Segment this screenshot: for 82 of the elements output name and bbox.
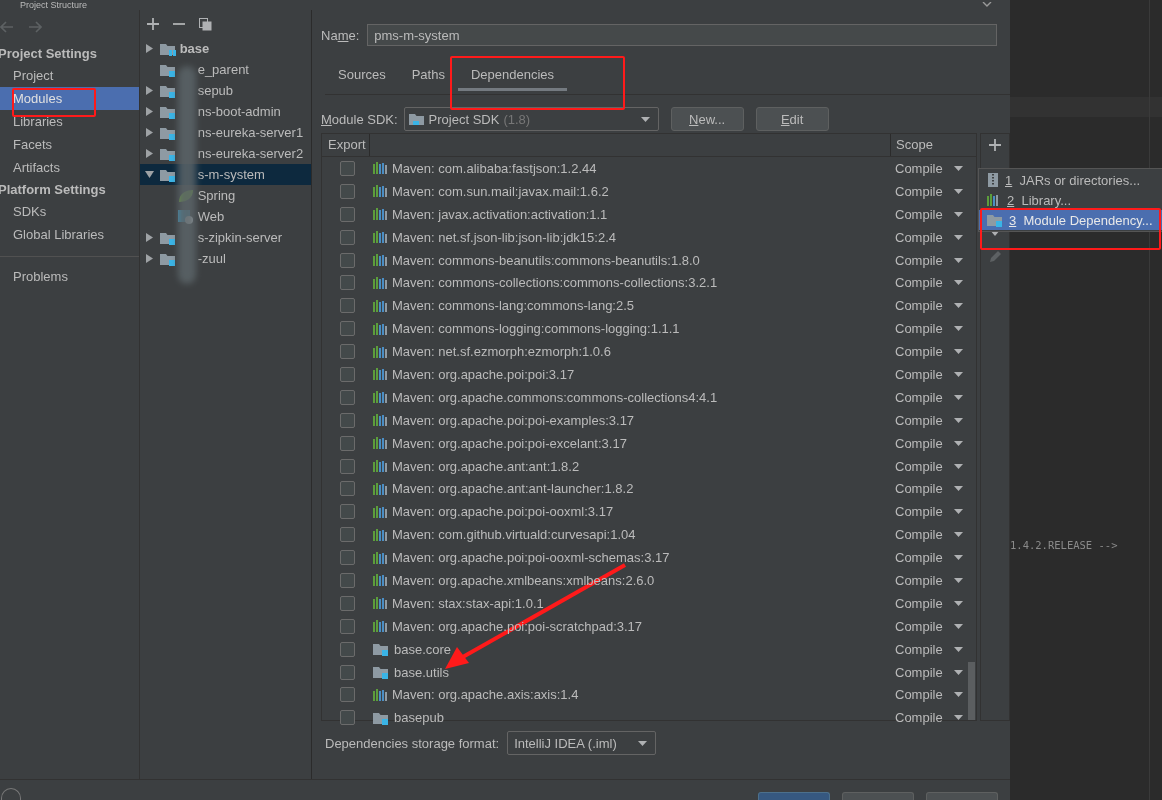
dependency-name: Maven: org.apache.ant:ant:1.8.2	[392, 458, 580, 474]
sdk-label: Module SDK:	[321, 111, 398, 127]
dependency-name: Maven: org.apache.poi:poi-examples:3.17	[392, 412, 635, 428]
sidebar-item[interactable]: SDKs	[0, 200, 139, 223]
column-header: Scope	[890, 134, 976, 156]
scope-dropdown[interactable]: Compile	[895, 481, 976, 497]
scope-dropdown[interactable]: Compile	[895, 618, 976, 634]
scope-dropdown[interactable]: Compile	[895, 595, 976, 611]
tab[interactable]: Dependencies	[457, 62, 568, 91]
scope-dropdown[interactable]: Compile	[895, 275, 976, 291]
code-line: 1.4.2.RELEASE -->	[1010, 539, 1118, 551]
tree-item[interactable]: ns-eureka-server2	[139, 143, 311, 164]
sidebar-item[interactable]: Libraries	[0, 110, 139, 133]
window-title: Project Structure	[20, 0, 88, 10]
dependency-name: basepub	[394, 710, 444, 726]
dependency-name: Maven: com.sun.mail:javax.mail:1.6.2	[392, 183, 609, 199]
menu-item[interactable]: 3 Module Dependency...	[979, 210, 1162, 230]
tree-item[interactable]: ns-boot-admin	[139, 101, 311, 122]
scope-dropdown[interactable]: Compile	[895, 183, 976, 199]
scope-dropdown[interactable]: Compile	[895, 687, 976, 703]
dependency-name: Maven: org.apache.axis:axis:1.4	[392, 687, 579, 703]
tree-item[interactable]: -zuul	[139, 248, 311, 269]
dependency-name: Maven: stax:stax-api:1.0.1	[392, 595, 544, 611]
sidebar-item[interactable]: Global Libraries	[0, 223, 139, 246]
sidebar-item[interactable]: Problems	[0, 265, 139, 288]
scope-dropdown[interactable]: Compile	[895, 504, 976, 520]
dependency-name: Maven: javax.activation:activation:1.1	[392, 206, 608, 222]
dependency-name: base.core	[394, 641, 452, 657]
scope-dropdown[interactable]: Compile	[895, 160, 976, 176]
dependency-name: Maven: org.apache.ant:ant-launcher:1.8.2	[392, 481, 634, 497]
sidebar-item[interactable]: Facets	[0, 133, 139, 156]
menu-item[interactable]: 1 JARs or directories...	[979, 170, 1162, 190]
dependency-name: Maven: com.alibaba:fastjson:1.2.44	[392, 160, 597, 176]
scope-dropdown[interactable]: Compile	[895, 664, 976, 680]
dependency-name: Maven: com.github.virtuald:curvesapi:1.04	[392, 527, 636, 543]
dependency-name: Maven: commons-lang:commons-lang:2.5	[392, 298, 635, 314]
storage-format-dropdown[interactable]: IntelliJ IDEA (.iml)	[507, 731, 657, 755]
dependency-name: Maven: commons-logging:commons-logging:1.1.1	[392, 321, 680, 337]
dependency-name: Maven: org.apache.poi:poi:3.17	[392, 366, 575, 382]
scope-dropdown[interactable]: Compile	[895, 710, 976, 726]
dependency-name: Maven: commons-beanutils:commons-beanutils:1.8.0	[392, 252, 700, 268]
dependency-name: Maven: org.apache.poi:poi-ooxml:3.17	[392, 504, 614, 520]
tree-item[interactable]: s-zipkin-server	[139, 227, 311, 248]
sidebar-item[interactable]: Artifacts	[0, 156, 139, 179]
menu-item[interactable]: 2 Library...	[979, 190, 1162, 210]
sdk-dropdown[interactable]: Project SDK (1.8)	[403, 107, 659, 131]
scope-dropdown[interactable]: Compile	[895, 641, 976, 657]
scope-dropdown[interactable]: Compile	[895, 252, 976, 268]
scope-dropdown[interactable]: Compile	[895, 412, 976, 428]
scope-dropdown[interactable]: Compile	[895, 527, 976, 543]
scope-dropdown[interactable]: Compile	[895, 572, 976, 588]
sdk-button[interactable]: Edit	[755, 107, 829, 131]
scope-dropdown[interactable]: Compile	[895, 344, 976, 360]
scope-dropdown[interactable]: Compile	[895, 389, 976, 405]
scope-dropdown[interactable]: Compile	[895, 321, 976, 337]
tab[interactable]: Sources	[325, 62, 399, 88]
dependency-name: Maven: org.apache.poi:poi-excelant:3.17	[392, 435, 627, 451]
sidebar-item[interactable]: Project	[0, 64, 139, 87]
dependency-name: Maven: org.apache.poi:poi-ooxml-schemas:3.17	[392, 550, 670, 566]
tree-item[interactable]: ns-eureka-server1	[139, 122, 311, 143]
scope-dropdown[interactable]: Compile	[895, 550, 976, 566]
scope-dropdown[interactable]: Compile	[895, 298, 976, 314]
name-label: Name:	[321, 27, 360, 43]
scope-dropdown[interactable]: Compile	[895, 366, 976, 382]
scope-dropdown[interactable]: Compile	[895, 435, 976, 451]
sidebar-item[interactable]: Modules	[0, 87, 139, 110]
tree-item[interactable]: sepub	[139, 80, 311, 101]
storage-format-label: Dependencies storage format:	[325, 735, 500, 751]
column-header: Export	[322, 134, 370, 156]
tree-item[interactable]: base	[139, 38, 311, 59]
dependency-name: Maven: commons-collections:commons-collections:3.2.1	[392, 275, 718, 291]
sdk-button[interactable]: New...	[670, 107, 744, 131]
dependency-name: Maven: net.sf.ezmorph:ezmorph:1.0.6	[392, 344, 611, 360]
scope-dropdown[interactable]: Compile	[895, 458, 976, 474]
dependency-name: Maven: net.sf.json-lib:json-lib:jdk15:2.4	[392, 229, 616, 245]
dependency-name: Maven: org.apache.commons:commons-collections4:4.1	[392, 389, 718, 405]
scope-dropdown[interactable]: Compile	[895, 206, 976, 222]
name-field[interactable]: pms-m-system	[367, 24, 997, 46]
tree-item[interactable]: e_parent	[139, 59, 311, 80]
scope-dropdown[interactable]: Compile	[895, 229, 976, 245]
tab[interactable]: Paths	[398, 62, 458, 88]
dependency-name: base.utils	[394, 664, 449, 680]
